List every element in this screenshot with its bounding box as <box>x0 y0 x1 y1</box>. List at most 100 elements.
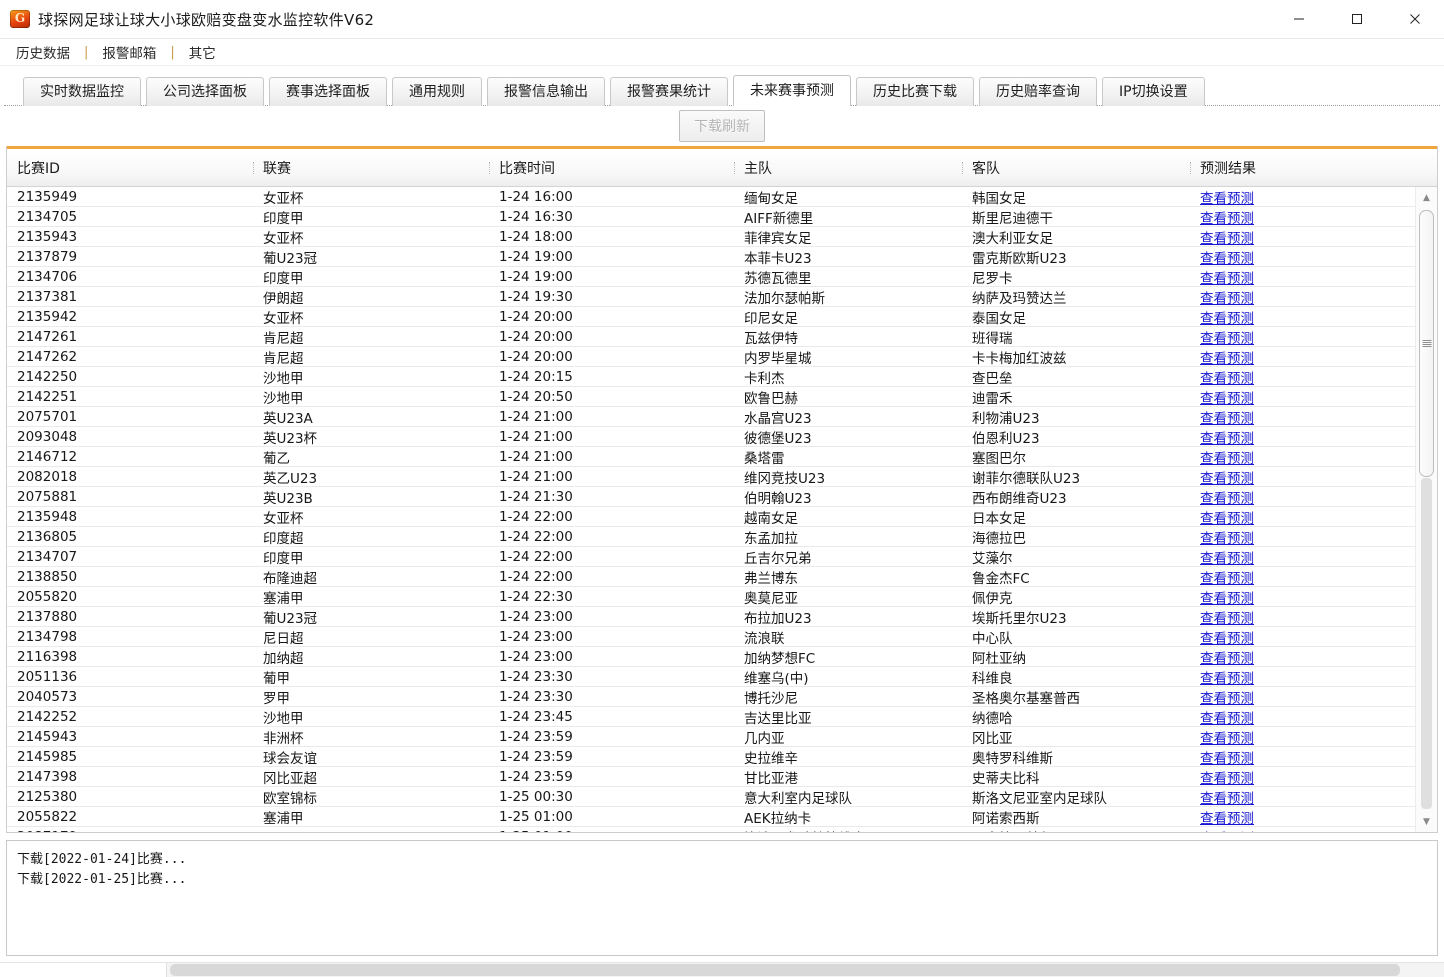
view-prediction-link[interactable]: 查看预测 <box>1200 451 1254 467</box>
table-row[interactable]: 2134705 印度甲 1-24 16:30 AIFF新德里 斯里尼迪德干 查看预测 <box>7 207 1415 227</box>
tab-9[interactable]: IP切换设置 <box>1102 77 1205 106</box>
table-row[interactable]: 2145943 非洲杯 1-24 23:59 几内亚 冈比亚 查看预测 <box>7 727 1415 747</box>
maximize-icon[interactable] <box>1328 0 1386 38</box>
tab-4[interactable]: 报警信息输出 <box>487 77 605 106</box>
column-header-3[interactable]: 主队 <box>734 158 962 178</box>
table-row[interactable]: 2116398 加纳超 1-24 23:00 加纳梦想FC 阿杜亚纳 查看预测 <box>7 647 1415 667</box>
vertical-scrollbar[interactable]: ▲ ▼ <box>1415 187 1437 832</box>
view-prediction-link[interactable]: 查看预测 <box>1200 771 1254 787</box>
view-prediction-link[interactable]: 查看预测 <box>1200 231 1254 247</box>
table-row[interactable]: 2145985 球会友谊 1-24 23:59 史拉维辛 奥特罗科维斯 查看预测 <box>7 747 1415 767</box>
table-row[interactable]: 2137880 葡U23冠 1-24 23:00 布拉加U23 埃斯托里尔U23 查看预测 <box>7 607 1415 627</box>
view-prediction-link[interactable]: 查看预测 <box>1200 471 1254 487</box>
table-row[interactable]: 2082018 英乙U23 1-24 21:00 维冈竞技U23 谢菲尔德联队U23 查看… <box>7 467 1415 487</box>
table-row[interactable]: 2142250 沙地甲 1-24 20:15 卡利杰 查巴垒 查看预测 <box>7 367 1415 387</box>
view-prediction-link[interactable]: 查看预测 <box>1200 311 1254 327</box>
view-prediction-link[interactable]: 查看预测 <box>1200 511 1254 527</box>
table-row[interactable]: 2134706 印度甲 1-24 19:00 苏德瓦德里 尼罗卡 查看预测 <box>7 267 1415 287</box>
view-prediction-link[interactable]: 查看预测 <box>1200 631 1254 647</box>
table-row[interactable]: 2040573 罗甲 1-24 23:30 博托沙尼 圣格奥尔基塞普西 查看预测 <box>7 687 1415 707</box>
view-prediction-link[interactable]: 查看预测 <box>1200 331 1254 347</box>
tab-3[interactable]: 通用规则 <box>392 77 482 106</box>
tab-5[interactable]: 报警赛果统计 <box>610 77 728 106</box>
table-row[interactable]: 2135942 女亚杯 1-24 20:00 印尼女足 泰国女足 查看预测 <box>7 307 1415 327</box>
table-row[interactable]: 2147261 肯尼超 1-24 20:00 瓦兹伊特 班得瑞 查看预测 <box>7 327 1415 347</box>
table-row[interactable]: 2051136 葡甲 1-24 23:30 维塞乌(中) 科维良 查看预测 <box>7 667 1415 687</box>
table-row[interactable]: 2138850 布隆迪超 1-24 22:00 弗兰博东 鲁金杰FC 查看预测 <box>7 567 1415 587</box>
scrollbar-rail[interactable] <box>1421 478 1432 809</box>
view-prediction-link[interactable]: 查看预测 <box>1200 271 1254 287</box>
table-row[interactable]: 2055822 塞浦甲 1-25 01:00 AEK拉纳卡 阿诺索西斯 查看预测 <box>7 807 1415 827</box>
view-prediction-link[interactable]: 查看预测 <box>1200 371 1254 387</box>
column-header-2[interactable]: 比赛时间 <box>489 158 734 178</box>
table-row[interactable]: 2137879 葡U23冠 1-24 19:00 本菲卡U23 雷克斯欧斯U23 查看预测 <box>7 247 1415 267</box>
scroll-down-icon[interactable]: ▼ <box>1416 811 1437 832</box>
cell-away: 塞图巴尔 <box>972 450 1026 467</box>
column-header-5[interactable]: 预测结果 <box>1190 158 1420 178</box>
table-row[interactable]: 2134707 印度甲 1-24 22:00 丘吉尔兄弟 艾藻尔 查看预测 <box>7 547 1415 567</box>
scrollbar-track[interactable] <box>1416 208 1437 811</box>
column-header-4[interactable]: 客队 <box>962 158 1190 178</box>
menu-item-other[interactable]: 其它 <box>187 42 218 62</box>
view-prediction-link[interactable]: 查看预测 <box>1200 491 1254 507</box>
view-prediction-link[interactable]: 查看预测 <box>1200 191 1254 207</box>
tab-0[interactable]: 实时数据监控 <box>23 77 141 106</box>
view-prediction-link[interactable]: 查看预测 <box>1200 571 1254 587</box>
cell-time: 1-24 19:00 <box>499 268 573 285</box>
tab-1[interactable]: 公司选择面板 <box>146 77 264 106</box>
table-row[interactable]: 2125380 欧室锦标 1-25 00:30 意大利室内足球队 斯洛文尼亚室内足球队 查… <box>7 787 1415 807</box>
table-row[interactable]: 2093048 英U23杯 1-24 21:00 彼德堡U23 伯恩利U23 查看预测 <box>7 427 1415 447</box>
view-prediction-link[interactable]: 查看预测 <box>1200 211 1254 227</box>
close-icon[interactable] <box>1386 0 1444 38</box>
tab-7[interactable]: 历史比赛下载 <box>856 77 974 106</box>
tab-2[interactable]: 赛事选择面板 <box>269 77 387 106</box>
tab-8[interactable]: 历史赔率查询 <box>979 77 1097 106</box>
menu-item-history-data[interactable]: 历史数据 <box>14 42 72 62</box>
view-prediction-link[interactable]: 查看预测 <box>1200 731 1254 747</box>
view-prediction-link[interactable]: 查看预测 <box>1200 391 1254 407</box>
table-row[interactable]: 2147262 肯尼超 1-24 20:00 内罗毕星城 卡卡梅加红波兹 查看预测 <box>7 347 1415 367</box>
view-prediction-link[interactable]: 查看预测 <box>1200 591 1254 607</box>
view-prediction-link[interactable]: 查看预测 <box>1200 431 1254 447</box>
scroll-up-icon[interactable]: ▲ <box>1416 187 1437 208</box>
horizontal-scrollbar[interactable] <box>0 962 1444 977</box>
download-refresh-button[interactable]: 下载刷新 <box>679 110 765 142</box>
view-prediction-link[interactable]: 查看预测 <box>1200 531 1254 547</box>
view-prediction-link[interactable]: 查看预测 <box>1200 611 1254 627</box>
table-row[interactable]: 2075881 英U23B 1-24 21:30 伯明翰U23 西布朗维奇U23 查看预测 <box>7 487 1415 507</box>
table-row[interactable]: 2142252 沙地甲 1-24 23:45 吉达里比亚 纳德哈 查看预测 <box>7 707 1415 727</box>
view-prediction-link[interactable]: 查看预测 <box>1200 651 1254 667</box>
horizontal-scrollbar-thumb[interactable] <box>170 964 1400 976</box>
table-row[interactable]: 2134798 尼日超 1-24 23:00 流浪联 中心队 查看预测 <box>7 627 1415 647</box>
table-row[interactable]: 2142251 沙地甲 1-24 20:50 欧鲁巴赫 迪雷禾 查看预测 <box>7 387 1415 407</box>
view-prediction-link[interactable]: 查看预测 <box>1200 791 1254 807</box>
view-prediction-link[interactable]: 查看预测 <box>1200 351 1254 367</box>
view-prediction-link[interactable]: 查看预测 <box>1200 671 1254 687</box>
view-prediction-link[interactable]: 查看预测 <box>1200 551 1254 567</box>
view-prediction-link[interactable]: 查看预测 <box>1200 291 1254 307</box>
view-prediction-link[interactable]: 查看预测 <box>1200 251 1254 267</box>
table-row[interactable]: 2055820 塞浦甲 1-24 22:30 奥莫尼亚 佩伊克 查看预测 <box>7 587 1415 607</box>
menu-item-alert-mailbox[interactable]: 报警邮箱 <box>100 42 158 62</box>
table-row[interactable]: 2087179以甲1-25 01:00比达耶参孙特拉维夫阿富拉夏普尔查看预测 <box>7 827 1415 833</box>
tab-6[interactable]: 未来赛事预测 <box>733 75 851 106</box>
table-row[interactable]: 2147398 冈比亚超 1-24 23:59 甘比亚港 史蒂夫比科 查看预测 <box>7 767 1415 787</box>
column-header-0[interactable]: 比赛ID <box>7 158 253 178</box>
table-row[interactable]: 2135943 女亚杯 1-24 18:00 菲律宾女足 澳大利亚女足 查看预测 <box>7 227 1415 247</box>
view-prediction-link[interactable]: 查看预测 <box>1200 751 1254 767</box>
cell-away: 科维良 <box>972 670 1013 687</box>
table-row[interactable]: 2146712 葡乙 1-24 21:00 桑塔雷 塞图巴尔 查看预测 <box>7 447 1415 467</box>
view-prediction-link[interactable]: 查看预测 <box>1200 691 1254 707</box>
table-row[interactable]: 2135949 女亚杯 1-24 16:00 缅甸女足 韩国女足 查看预测 <box>7 187 1415 207</box>
view-prediction-link[interactable]: 查看预测 <box>1200 411 1254 427</box>
scrollbar-thumb[interactable] <box>1419 210 1434 477</box>
column-header-1[interactable]: 联赛 <box>253 158 489 178</box>
view-prediction-link[interactable]: 查看预测 <box>1200 811 1254 827</box>
table-row[interactable]: 2075701 英U23A 1-24 21:00 水晶宫U23 利物浦U23 查看预测 <box>7 407 1415 427</box>
table-row[interactable]: 2136805 印度超 1-24 22:00 东孟加拉 海德拉巴 查看预测 <box>7 527 1415 547</box>
view-prediction-link[interactable]: 查看预测 <box>1200 711 1254 727</box>
table-row[interactable]: 2135948 女亚杯 1-24 22:00 越南女足 日本女足 查看预测 <box>7 507 1415 527</box>
minimize-icon[interactable] <box>1270 0 1328 38</box>
table-row[interactable]: 2137381 伊朗超 1-24 19:30 法加尔瑟帕斯 纳萨及玛赞达兰 查看预测 <box>7 287 1415 307</box>
view-prediction-link[interactable]: 查看预测 <box>1200 831 1254 833</box>
